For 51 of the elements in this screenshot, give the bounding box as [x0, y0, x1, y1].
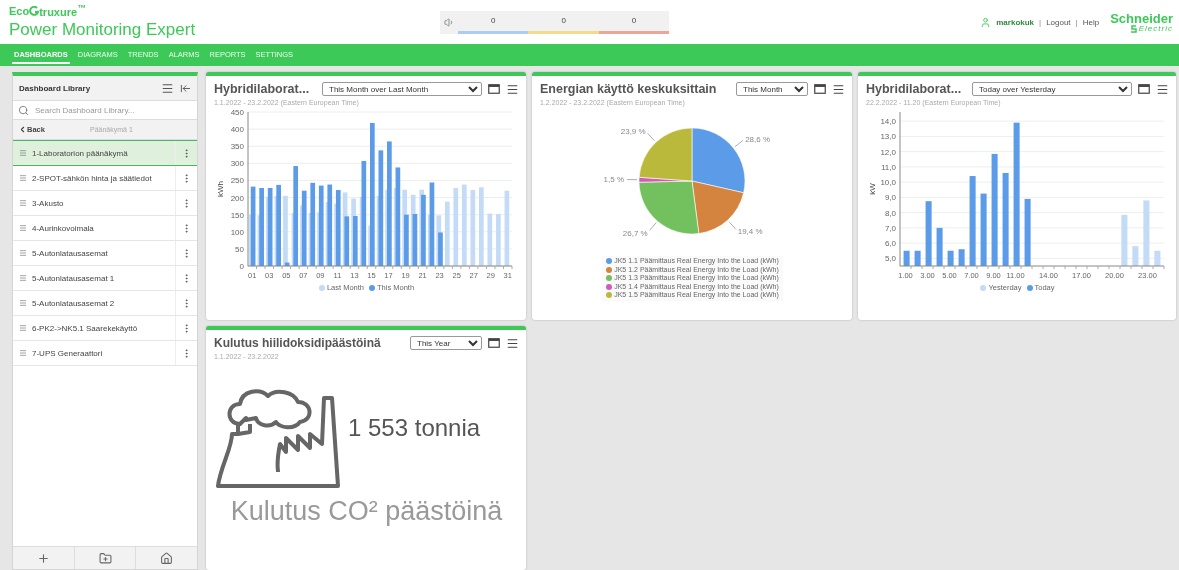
dashboard-name: 7-UPS Generaattori: [32, 348, 103, 358]
separator: |: [1075, 17, 1078, 27]
card-title: Energian käyttö keskuksittain: [540, 82, 718, 96]
data-label: 28,6 %: [745, 134, 771, 144]
axis-label: 400: [230, 125, 244, 135]
brand-subtitle: Electric: [1138, 24, 1173, 33]
axis-label: 0: [239, 262, 244, 271]
axis-label: 7,0: [884, 223, 896, 233]
axis-title: kW: [868, 183, 877, 195]
brand-name: Schneider: [1110, 11, 1173, 25]
data-label: 26,7 %: [622, 228, 648, 238]
axis-label: 13,0: [880, 132, 896, 142]
axis-label: 200: [230, 193, 244, 203]
axis-label: 450: [230, 108, 244, 117]
card-title: Hybridilaborat...: [866, 82, 963, 96]
axis-label: 250: [230, 176, 244, 186]
axis-label: 300: [230, 159, 244, 169]
axis-title: kWh: [216, 181, 225, 197]
dashboard-name: 4-Aurinkovoimala: [32, 223, 94, 233]
separator: |: [1039, 17, 1042, 27]
axis-label: 6,0: [884, 239, 896, 249]
axis-label: 10,0: [880, 178, 896, 188]
logo-text: truxure$^{™}$: [39, 4, 87, 18]
dashboard-name: 5-Autonlatausasemat 2: [32, 298, 115, 308]
metric-value: 1 553 tonnia: [348, 414, 481, 442]
axis-label: 11,0: [881, 162, 896, 172]
axis-label: 9,0: [884, 193, 896, 203]
data-label: 23,9 %: [620, 127, 646, 137]
panel-title: Dashboard Library: [19, 83, 91, 93]
axis-label: 5,0: [884, 254, 896, 264]
axis-label: 350: [230, 142, 244, 152]
data-label: 19,4 %: [737, 227, 763, 237]
dashboard-name: 2-SPOT-sähkön hinta ja säätiedot: [32, 173, 152, 183]
axis-label: 100: [230, 227, 244, 237]
logo-text: Eco: [9, 5, 30, 17]
axis-label: 12,0: [880, 147, 896, 157]
dashboard-name: 5-Autonlatausasemat: [32, 248, 108, 258]
axis-label: 150: [230, 210, 244, 220]
data-label: 1,5 %: [603, 175, 624, 185]
user-name: markokuk: [996, 17, 1035, 27]
card-title: Kulutus hiilidoksidipäästöinä: [214, 336, 382, 350]
dashboard-name: 5-Autonlatausasemat 1: [32, 273, 115, 283]
product-name: Power Monitoring Expert: [9, 19, 197, 40]
axis-label: 14,0: [880, 117, 896, 127]
dashboard-name: 6-PK2->NK5.1 Saarekekäyttö: [32, 323, 138, 333]
metric-caption: Kulutus CO² päästöinä: [230, 496, 503, 527]
axis-label: 8,0: [884, 208, 896, 218]
axis-label: 50: [235, 244, 244, 254]
dashboard-name: 3-Akusto: [32, 198, 64, 208]
dashboard-name: 1-Laboratorion päänäkymä: [32, 148, 128, 158]
card-title: Hybridilaborat...: [214, 82, 311, 96]
